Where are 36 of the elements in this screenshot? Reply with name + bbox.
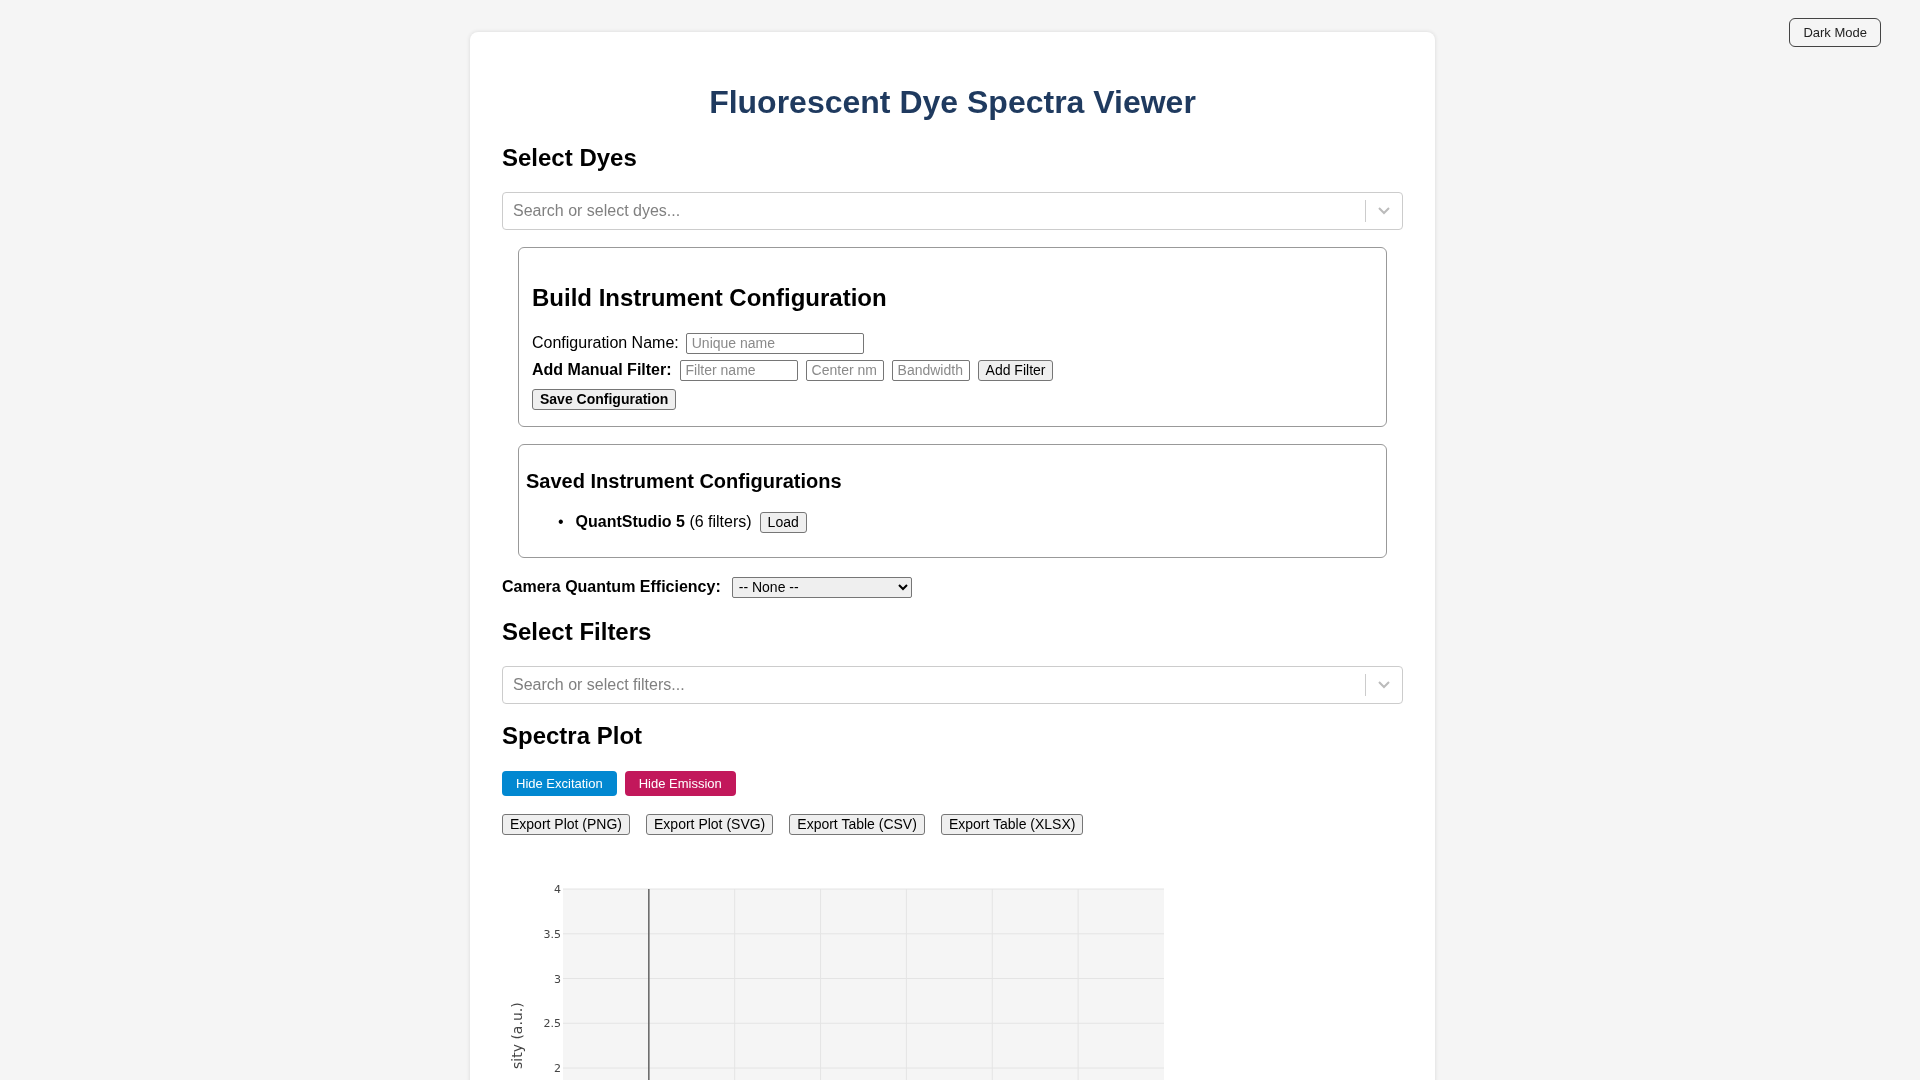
camera-select[interactable]: -- None -- (731, 576, 912, 598)
axis-title: sity (a.u.) (509, 1002, 525, 1069)
filter-input[interactable]: Filter name (679, 359, 798, 381)
bullet: • (558, 512, 564, 532)
chevron-down-icon[interactable] (1377, 680, 1391, 690)
field-label: Configuration Name: (532, 333, 679, 353)
field-label: Camera Quantum Efficiency: (502, 577, 721, 597)
axis-tick-label: 2.5 (543, 1017, 561, 1031)
toggle-button[interactable]: Hide Excitation (502, 771, 617, 796)
export-button[interactable]: Export Table (CSV) (789, 814, 925, 835)
axis-tick-label: 3 (554, 972, 561, 986)
export-button[interactable]: Export Plot (SVG) (646, 814, 774, 835)
panel-heading: Saved Instrument Configurations (526, 469, 843, 493)
axis-tick-label: 2 (554, 1062, 561, 1075)
filter-input[interactable]: Bandwidth (891, 359, 970, 381)
axis-tick-label: 4 (554, 883, 561, 896)
section-heading: Select Filters (502, 617, 653, 646)
name-input[interactable]: Unique name (685, 332, 864, 354)
load-button[interactable]: Load (759, 511, 807, 533)
filter-input[interactable]: Center nm (805, 359, 884, 381)
export-button[interactable]: Export Table (XLSX) (940, 814, 1084, 835)
page-title: Fluorescent Dye Spectra Viewer (708, 83, 1197, 121)
config-entry: QuantStudio 5 (6 filters) (575, 512, 752, 532)
export-button[interactable]: Export Plot (PNG) (502, 814, 631, 835)
section-heading: Spectra Plot (502, 721, 644, 750)
field-label: Add Manual Filter: (532, 360, 672, 380)
section-heading: Select Dyes (502, 143, 638, 172)
axis-tick-label: 3.5 (543, 927, 561, 941)
toggle-button[interactable]: Hide Emission (624, 771, 736, 796)
add-filter-button[interactable]: Add Filter (977, 359, 1054, 381)
chevron-down-icon[interactable] (1377, 206, 1391, 216)
dye-search-field[interactable]: Search or select dyes... (502, 192, 1403, 230)
save-button[interactable]: Save Configuration (532, 389, 677, 410)
dark-mode-button[interactable]: Dark Mode (1789, 18, 1881, 47)
filter-search-field[interactable]: Search or select filters... (502, 666, 1403, 704)
panel-heading: Build Instrument Configuration (532, 283, 888, 312)
